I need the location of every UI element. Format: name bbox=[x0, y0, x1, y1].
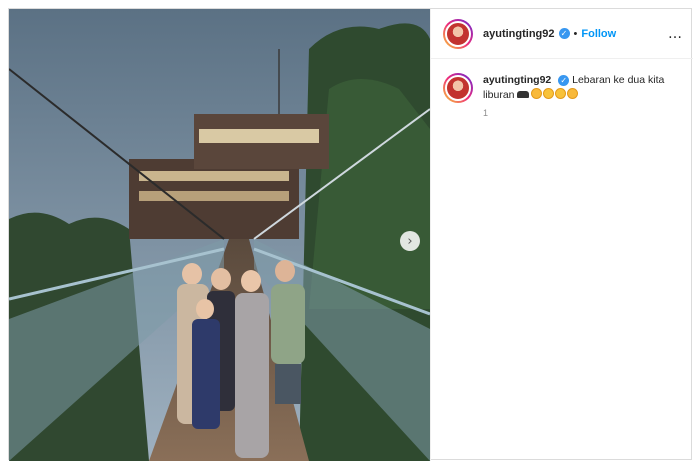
separator-dot: • bbox=[573, 27, 578, 40]
heart-eyes-face-icon bbox=[567, 88, 579, 99]
caption-emojis bbox=[517, 88, 579, 101]
instagram-post: › ayutingting92 ✓ • Follow … ayutingting… bbox=[8, 8, 693, 461]
caption-avatar[interactable] bbox=[443, 73, 473, 103]
avatar-image bbox=[445, 75, 471, 101]
caption-meta: 1 bbox=[483, 108, 489, 118]
caption-body: ayutingting92 ✓ Lebaran ke dua kita libu… bbox=[483, 73, 673, 121]
heart-eyes-face-icon bbox=[531, 88, 543, 99]
verified-badge-icon: ✓ bbox=[558, 75, 570, 86]
smiling-face-icon bbox=[555, 88, 567, 99]
verified-badge-icon: ✓ bbox=[558, 28, 570, 39]
chevron-right-icon: › bbox=[407, 233, 413, 249]
car-icon bbox=[517, 91, 530, 98]
author-username[interactable]: ayutingting92 bbox=[483, 28, 555, 40]
post-header: ayutingting92 ✓ • Follow … bbox=[431, 9, 693, 59]
post-photo[interactable]: › bbox=[9, 9, 430, 461]
profile-avatar[interactable] bbox=[443, 18, 473, 49]
carousel-next-button[interactable]: › bbox=[400, 231, 420, 251]
follow-button[interactable]: Follow bbox=[581, 28, 616, 40]
avatar-image bbox=[445, 20, 471, 47]
smiling-face-icon bbox=[543, 88, 555, 99]
caption-username[interactable]: ayutingting92 bbox=[483, 74, 551, 86]
bridge-family-photo bbox=[9, 9, 430, 461]
post-caption: ayutingting92 ✓ Lebaran ke dua kita libu… bbox=[431, 59, 693, 121]
more-options-icon[interactable]: … bbox=[668, 26, 683, 42]
post-sidebar: ayutingting92 ✓ • Follow … ayutingting92… bbox=[430, 9, 693, 461]
